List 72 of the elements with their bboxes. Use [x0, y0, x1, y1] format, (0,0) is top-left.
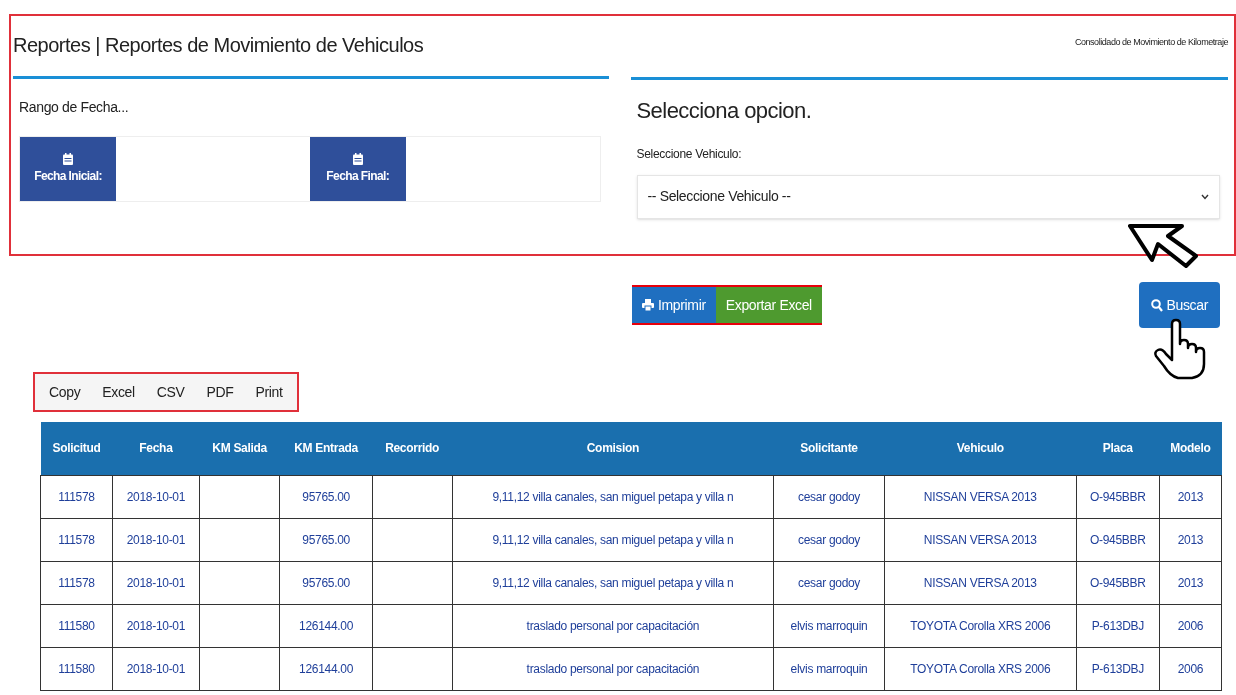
table-cell: 2013: [1159, 561, 1222, 604]
table-cell: 2018-10-01: [112, 604, 200, 647]
date-field-label: Fecha Final:: [326, 168, 390, 185]
export-button[interactable]: Excel: [102, 381, 135, 403]
export-button[interactable]: PDF: [206, 381, 234, 403]
column-header[interactable]: Solicitante: [773, 422, 885, 475]
table-cell: 111580: [40, 604, 113, 647]
page-title: Reportes | Reportes de Movimiento de Vehiculos: [13, 33, 425, 58]
date-range-label: Rango de Fecha...: [19, 98, 130, 117]
table-cell: 111578: [40, 475, 113, 518]
column-header[interactable]: Vehiculo: [884, 422, 1077, 475]
column-header[interactable]: Recorrido: [372, 422, 452, 475]
print-report-button[interactable]: Imprimir: [632, 285, 716, 325]
table-cell: elvis marroquin: [773, 604, 885, 647]
calendar-icon: [63, 153, 73, 165]
table-cell: cesar godoy: [773, 518, 885, 561]
table-cell: P-613DBJ: [1076, 604, 1160, 647]
table-cell: 9,11,12 villa canales, san miguel petapa y villa n: [452, 475, 774, 518]
printer-icon: [642, 299, 654, 311]
table-cell: O-945BBR: [1076, 561, 1160, 604]
section-heading: Selecciona opcion.: [636, 96, 813, 125]
table-cell: traslado personal por capacitación: [452, 647, 774, 690]
table-cell: 126144.00: [279, 647, 373, 690]
table-cell: 95765.00: [279, 475, 373, 518]
column-header[interactable]: Fecha: [112, 422, 200, 475]
search-icon: [1150, 298, 1163, 312]
report-subtitle: Consolidado de Movimiento de Kilometraje: [1074, 36, 1228, 49]
table-cell: 126144.00: [279, 604, 373, 647]
table-cell: NISSAN VERSA 2013: [884, 475, 1077, 518]
table-cell: NISSAN VERSA 2013: [884, 561, 1077, 604]
column-header[interactable]: Comision: [452, 422, 774, 475]
export-button[interactable]: CSV: [156, 381, 185, 403]
table-cell: 2013: [1159, 518, 1222, 561]
column-header[interactable]: Solicitud: [40, 422, 113, 475]
table-cell: traslado personal por capacitación: [452, 604, 774, 647]
table-cell: cesar godoy: [773, 475, 885, 518]
column-header[interactable]: Placa: [1076, 422, 1160, 475]
table-cell: 111578: [40, 561, 113, 604]
table-cell: 2006: [1159, 604, 1222, 647]
table-cell: 2018-10-01: [112, 647, 200, 690]
table-cell: 2018-10-01: [112, 518, 200, 561]
table-cell: 111578: [40, 518, 113, 561]
export-button[interactable]: Copy: [49, 381, 81, 403]
export-button[interactable]: Print: [255, 381, 283, 403]
table-cell: 2018-10-01: [112, 475, 200, 518]
table-cell: elvis marroquin: [773, 647, 885, 690]
calendar-icon: [352, 153, 363, 165]
arrow-cursor-icon: [1128, 222, 1200, 270]
table-cell: 95765.00: [279, 561, 373, 604]
vehicle-label: Seleccione Vehiculo:: [636, 145, 743, 163]
vehicle-select[interactable]: -- Seleccione Vehiculo --: [636, 174, 1220, 219]
table-cell: 2013: [1159, 475, 1222, 518]
column-header[interactable]: KM Salida: [199, 422, 280, 475]
column-header[interactable]: KM Entrada: [279, 422, 373, 475]
export-excel-button[interactable]: Exportar Excel: [715, 285, 822, 325]
table-cell: cesar godoy: [773, 561, 885, 604]
column-header[interactable]: Modelo: [1159, 422, 1222, 475]
chevron-down-icon: [1201, 193, 1209, 200]
table-cell: 95765.00: [279, 518, 373, 561]
table-cell: TOYOTA Corolla XRS 2006: [884, 647, 1077, 690]
table-cell: NISSAN VERSA 2013: [884, 518, 1077, 561]
table-cell: 9,11,12 villa canales, san miguel petapa y villa n: [452, 518, 774, 561]
table-cell: P-613DBJ: [1076, 647, 1160, 690]
table-cell: TOYOTA Corolla XRS 2006: [884, 604, 1077, 647]
table-cell: 2018-10-01: [112, 561, 200, 604]
table-cell: 2006: [1159, 647, 1222, 690]
table-cell: O-945BBR: [1076, 518, 1160, 561]
date-field-label: Fecha Inicial:: [34, 168, 102, 185]
table-cell: 9,11,12 villa canales, san miguel petapa y villa n: [452, 561, 774, 604]
search-button[interactable]: Buscar: [1138, 282, 1220, 328]
table-cell: 111580: [40, 647, 113, 690]
table-cell: O-945BBR: [1076, 475, 1160, 518]
